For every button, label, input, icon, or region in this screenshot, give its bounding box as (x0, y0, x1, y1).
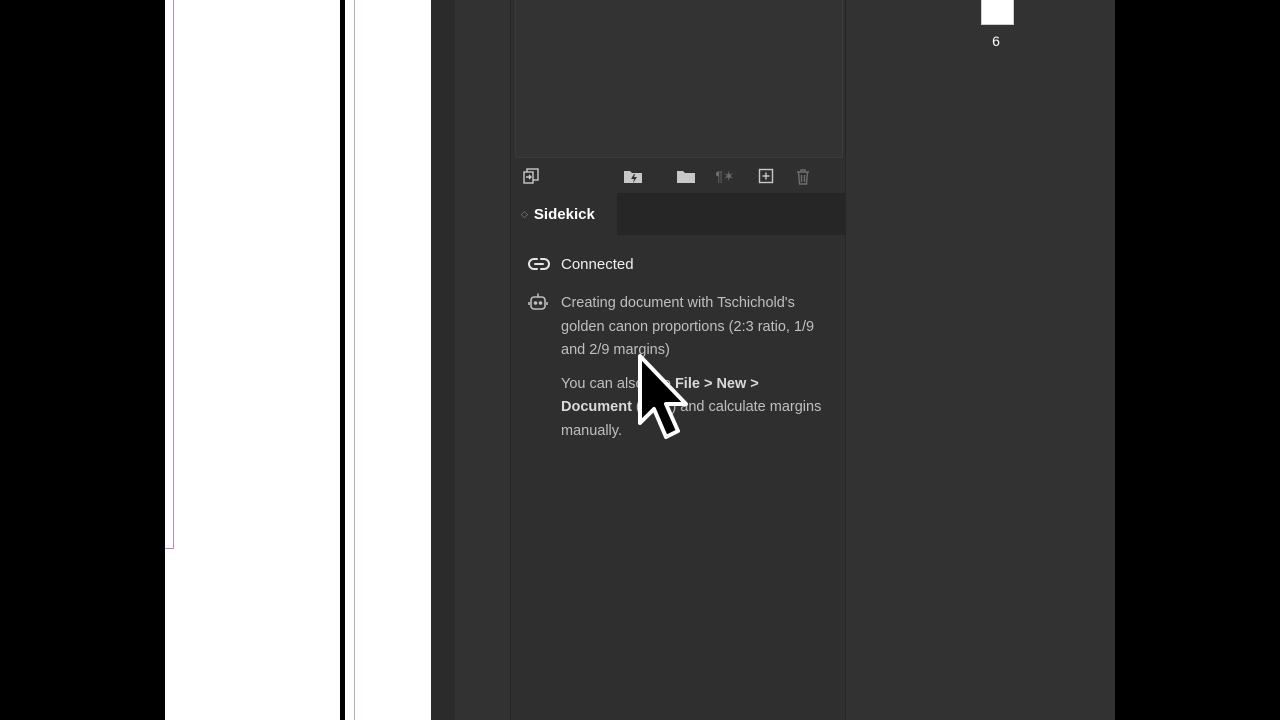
folder-lightning-icon[interactable] (623, 167, 643, 185)
trash-icon[interactable] (793, 167, 813, 185)
document-canvas[interactable] (165, 0, 431, 720)
message-tip: You can also use File > New > Document (… (561, 375, 822, 439)
tab-label: Sidekick (533, 205, 595, 223)
page-thumbnail[interactable] (981, 0, 1014, 25)
folder-icon[interactable] (676, 167, 696, 185)
panel-tab-bar: ◇ Sidekick (511, 193, 845, 235)
mouse-cursor-icon (638, 354, 688, 439)
page-spine (340, 0, 345, 720)
import-icon[interactable] (521, 167, 541, 185)
link-icon (528, 257, 550, 271)
layers-list[interactable] (515, 0, 843, 158)
layers-toolbar: ¶✶ (511, 160, 845, 192)
margin-guide-bottom (165, 548, 174, 549)
status-label: Connected (561, 255, 634, 273)
collapse-arrows-icon[interactable]: ◇ (521, 209, 528, 219)
screen-edge (1115, 0, 1280, 720)
tab-sidekick[interactable]: ◇ Sidekick (511, 193, 617, 235)
margin-guide-right-page (354, 0, 355, 720)
add-layer-icon[interactable] (756, 167, 776, 185)
paragraph-icon[interactable]: ¶✶ (715, 167, 735, 185)
page-number: 6 (992, 33, 1000, 49)
margin-guide-left (173, 0, 174, 549)
pasteboard-gutter (431, 0, 455, 720)
robot-icon (528, 292, 550, 317)
message-intro: Creating document with Tschichold's gold… (561, 295, 815, 358)
connection-status: Connected (528, 254, 634, 274)
